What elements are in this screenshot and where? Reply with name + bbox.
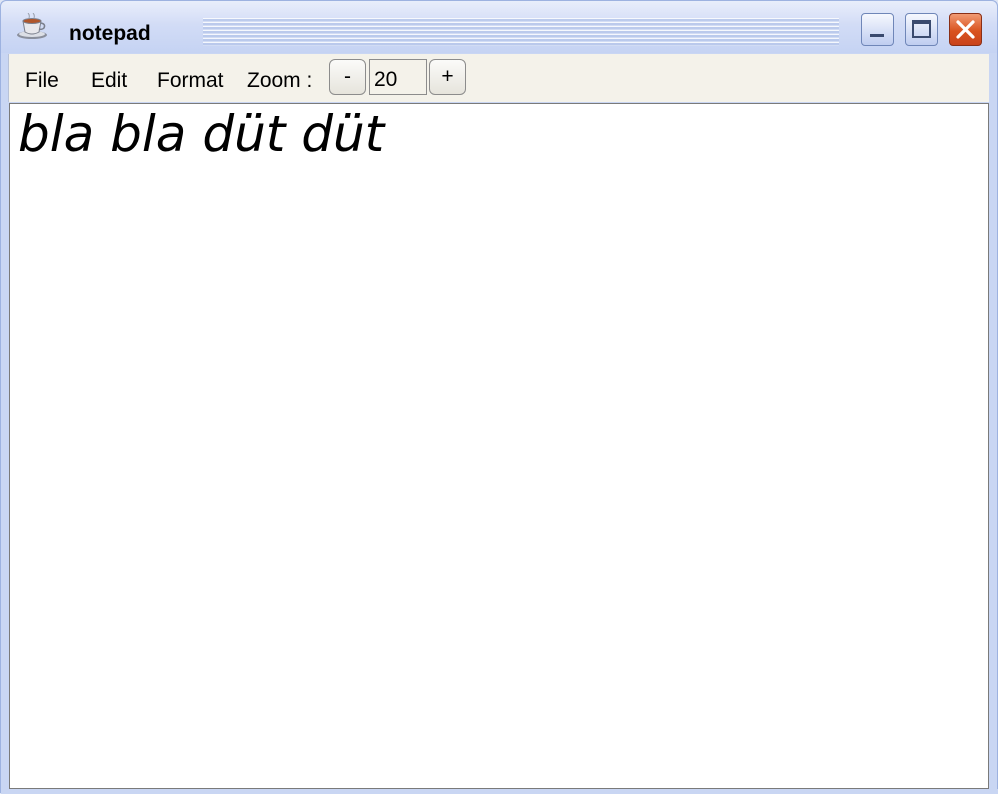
title-bar[interactable]: notepad — [1, 1, 997, 53]
menu-edit[interactable]: Edit — [91, 68, 127, 94]
text-editor-area[interactable]: bla bla düt düt — [9, 103, 989, 789]
menu-file[interactable]: File — [25, 68, 59, 94]
zoom-level-input[interactable] — [369, 59, 427, 95]
window-title: notepad — [69, 22, 151, 45]
minimize-icon — [870, 34, 884, 37]
zoom-label: Zoom : — [247, 69, 313, 92]
menu-format[interactable]: Format — [157, 68, 224, 94]
maximize-icon — [912, 20, 931, 38]
editor-text[interactable]: bla bla düt düt — [18, 104, 384, 164]
zoom-out-button[interactable]: - — [329, 59, 366, 95]
close-icon — [956, 20, 975, 39]
zoom-in-button[interactable]: + — [429, 59, 466, 95]
minimize-button[interactable] — [861, 13, 894, 46]
window-bottom-border — [1, 789, 998, 794]
notepad-window: notepad File Edit Format Zoom : - + bla — [0, 0, 998, 794]
close-button[interactable] — [949, 13, 982, 46]
title-bar-grip — [203, 18, 839, 46]
maximize-button[interactable] — [905, 13, 938, 46]
teacup-icon — [15, 12, 49, 41]
menu-bar: File Edit Format Zoom : - + — [8, 54, 989, 102]
